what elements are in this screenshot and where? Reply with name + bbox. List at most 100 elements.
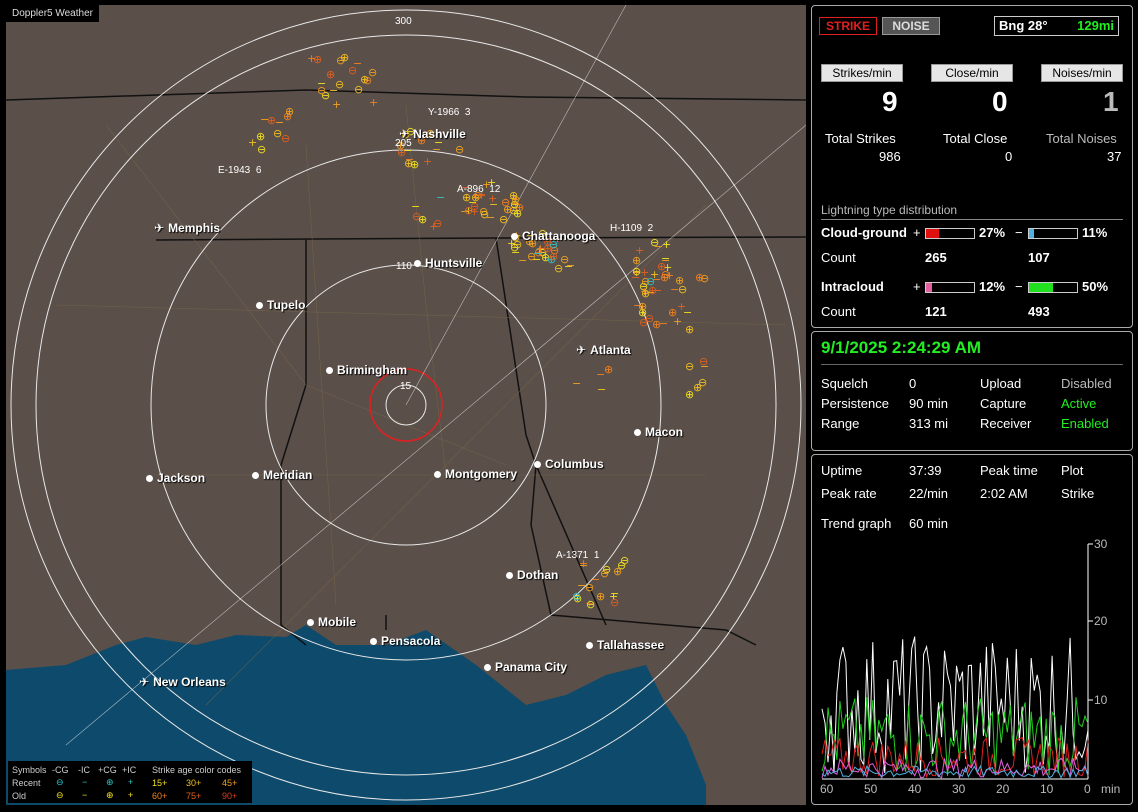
x-tick: 60 [820, 782, 834, 796]
strike-marker: ⊕ [693, 381, 702, 394]
map-canvas: ⊖⊖⊖⊖⊕+⊖−⊕ ⊖⊖+⊖⊕−+⊕−⊕ ⊖⊕−⊕⊕⊕⊕⊖−+−⊕−+−−−+⊖ ⊖⊕… [6, 5, 806, 805]
strike-marker: ⊕ [549, 250, 558, 263]
x-tick: 30 [952, 782, 966, 796]
uptime-label: Uptime [821, 463, 863, 478]
city-dot-icon [414, 260, 421, 268]
datetime: 9/1/2025 2:24:29 AM [821, 338, 982, 357]
total-noises-value: 37 [1107, 149, 1122, 164]
strike-marker: ⊖ [685, 360, 694, 373]
strike-marker: + [635, 244, 644, 257]
strike-marker: ⊖ [560, 253, 569, 266]
ic-positive-pct: 12% [979, 279, 1006, 294]
y-tick-20: 20 [1094, 614, 1108, 628]
capture-label: Capture [980, 396, 1027, 411]
uptime-value: 37:39 [909, 463, 942, 478]
ic-negative-count: 493 [1028, 304, 1050, 319]
x-tick: 20 [996, 782, 1010, 796]
strike-marker: + [429, 220, 438, 233]
strike-marker: ⊕ [613, 565, 622, 578]
cg-positive-pct: 27% [979, 225, 1006, 240]
receiver-value[interactable]: Enabled [1061, 416, 1109, 431]
strike-marker: − [597, 383, 606, 396]
strike-marker: ⊕ [326, 68, 335, 81]
strike-marker: ⊕ [340, 51, 349, 64]
cg-minus-sign: − [1015, 225, 1023, 240]
noise-mode-button[interactable]: NOISE [882, 17, 940, 35]
strike-marker: ⊖ [602, 563, 611, 576]
close-per-min-button[interactable]: Close/min [931, 64, 1013, 82]
city-dot-icon [307, 619, 314, 627]
city-label: ✈ Memphis [154, 221, 221, 235]
total-strikes-value: 986 [879, 149, 901, 164]
strike-marker: + [307, 52, 316, 65]
intracloud-label: Intracloud [821, 279, 884, 294]
strike-marker: ⊕ [256, 130, 265, 143]
strike-marker: ⊕ [596, 590, 605, 603]
strike-mode-button[interactable]: STRIKE [819, 17, 877, 35]
strike-marker: − [432, 143, 441, 156]
lightning-map[interactable]: ⊖ ⊖ ⊖ ⊖ ⊕ + ⊖ − ⊕ ⊖ ⊖ + ⊖ ⊕ − + ⊕ − ⊕ ⊖ ⊕ − ⊕ ⊕ ⊕ ⊕ ⊖ − + − ⊕ − + − − − + ⊖ ⊖ ⊕… [6, 5, 806, 805]
strike-marker: + [332, 98, 341, 111]
trend-panel: Uptime 37:39 Peak time Plot Peak rate 22… [811, 454, 1133, 805]
strike-marker: ⊖ [455, 143, 464, 156]
strike-marker: + [677, 300, 686, 313]
strike-marker: ⊖ [281, 132, 290, 145]
strike-marker: ⊖ [646, 275, 655, 288]
peak-rate-label: Peak rate [821, 486, 877, 501]
city-label: Dothan [506, 568, 558, 582]
trend-graph-label: Trend graph [821, 516, 892, 531]
strike-marker: ⊖ [699, 355, 708, 368]
noises-per-min-button[interactable]: Noises/min [1041, 64, 1123, 82]
city-dot-icon [586, 642, 593, 650]
city-label: ✈ New Orleans [139, 675, 226, 689]
strike-marker: ⊕ [685, 323, 694, 336]
city-dot-icon [252, 472, 259, 480]
strike-marker: ⊕ [410, 158, 419, 171]
strike-marker: − [353, 57, 362, 70]
strike-marker: ⊖ [632, 265, 641, 278]
strike-marker: + [423, 155, 432, 168]
upload-value[interactable]: Disabled [1061, 376, 1112, 391]
trend-graph-value[interactable]: 60 min [909, 516, 948, 531]
strike-marker: − [572, 377, 581, 390]
strike-marker: ⊕ [285, 105, 294, 118]
persistence-value: 90 min [909, 396, 949, 411]
plot-value[interactable]: Strike [1061, 486, 1094, 501]
strike-marker: ⊕ [641, 287, 650, 300]
city-dot-icon [326, 367, 333, 375]
cg-positive-bar [925, 228, 975, 239]
strike-marker: + [369, 96, 378, 109]
city-label: Mobile [307, 615, 356, 629]
cg-plus-sign: + [913, 225, 921, 240]
range-label-110: 110 [396, 261, 412, 272]
plot-label: Plot [1061, 463, 1084, 478]
upload-label: Upload [980, 376, 1022, 391]
city-label: Meridian [252, 468, 312, 482]
range-value: 313 mi [909, 416, 949, 431]
strike-marker: ⊖ [499, 213, 508, 226]
city-label: Pensacola [370, 634, 440, 648]
x-unit: min [1101, 782, 1121, 796]
strike-marker: ⊕ [604, 363, 613, 376]
cg-negative-bar [1028, 228, 1078, 239]
strike-marker: ⊕ [513, 207, 522, 220]
city-label: ✈ Atlanta [576, 343, 631, 357]
strike-marker: ⊖ [586, 598, 595, 611]
strikes-per-min-button[interactable]: Strikes/min [821, 64, 903, 82]
city-dot-icon [511, 233, 518, 241]
strike-marker: ⊖ [585, 581, 594, 594]
airport-icon: ✈ [154, 221, 165, 235]
y-tick-10: 10 [1094, 693, 1108, 707]
strike-marker: ⊕ [509, 189, 518, 202]
y-tick-30: 30 [1094, 537, 1108, 551]
airport-icon: ✈ [576, 343, 587, 357]
strike-marker: ⊕ [668, 306, 677, 319]
app-title: Doppler5 Weather [6, 5, 99, 22]
capture-value[interactable]: Active [1061, 396, 1096, 411]
strike-marker: ⊖ [527, 250, 536, 263]
ic-minus-sign: − [1015, 279, 1023, 294]
city-label: Tallahassee [586, 638, 664, 652]
strike-marker: ⊖ [480, 208, 489, 221]
strike-markers: ⊖⊖⊖⊖⊕+⊖−⊕ ⊖⊖+⊖⊕−+⊕−⊕ ⊖⊕−⊕⊕⊕⊕⊖−+−⊕−+−−−+⊖ ⊖⊕… [248, 51, 709, 611]
ic-positive-count: 121 [925, 304, 947, 319]
